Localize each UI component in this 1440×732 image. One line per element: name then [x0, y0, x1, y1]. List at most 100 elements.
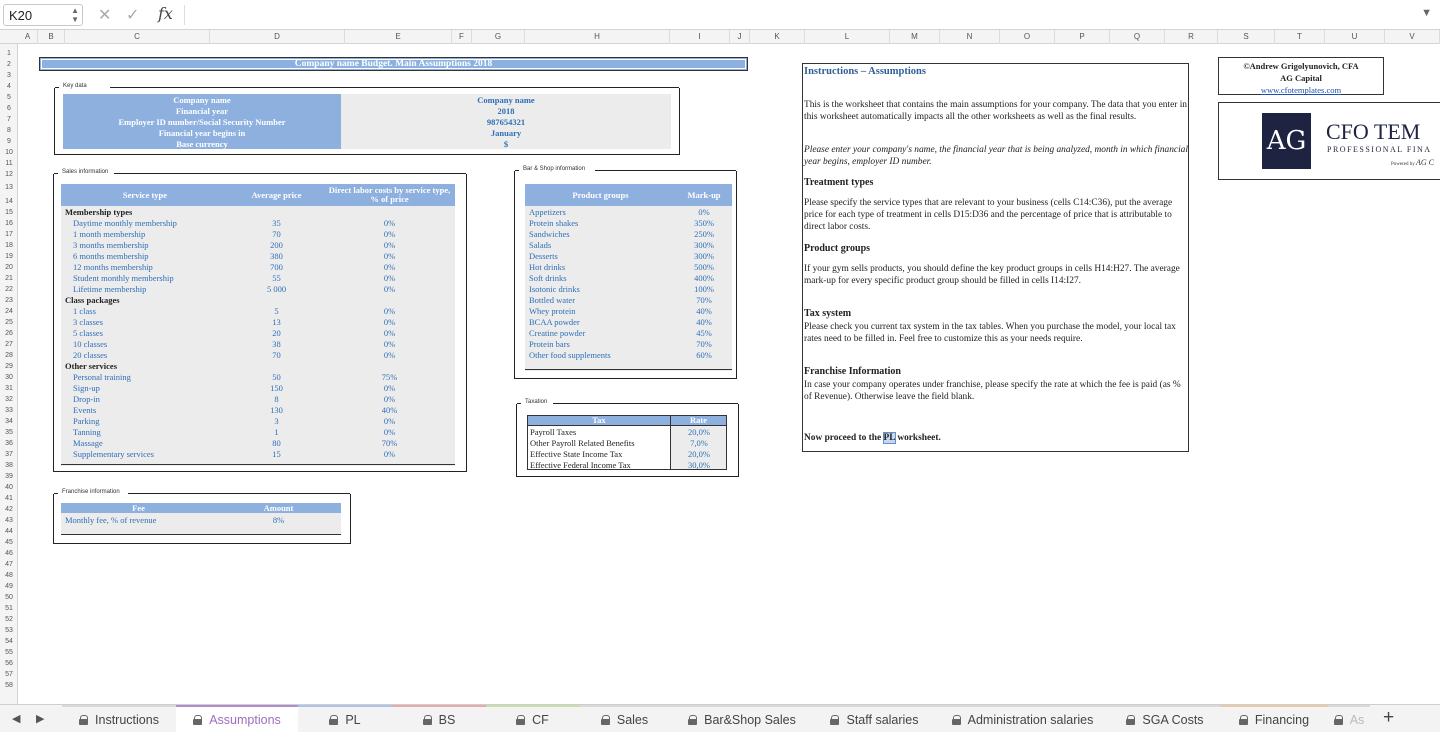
service-price[interactable]: 50 — [229, 372, 324, 383]
service-name[interactable]: Massage — [73, 438, 103, 449]
product-group[interactable]: Sandwiches — [529, 229, 570, 240]
column-header[interactable]: Q — [1110, 30, 1165, 44]
key-data-value[interactable]: 987654321 — [341, 117, 671, 128]
product-group[interactable]: Protein bars — [529, 339, 570, 350]
tax-rate[interactable]: 20,0% — [671, 449, 727, 460]
service-name[interactable]: 20 classes — [73, 350, 107, 361]
service-name[interactable]: Events — [73, 405, 96, 416]
key-data-label[interactable]: Employer ID number/Social Security Numbe… — [63, 117, 341, 128]
sheet-tab-label[interactable]: As — [1350, 713, 1365, 727]
tax-name[interactable]: Payroll Taxes — [530, 427, 576, 438]
tax-rate[interactable]: 20,0% — [671, 427, 727, 438]
row-header[interactable]: 36 — [0, 438, 18, 449]
lock-icon[interactable] — [193, 714, 203, 725]
row-header[interactable]: 43 — [0, 515, 18, 526]
sheet-tab-label[interactable]: Staff salaries — [846, 713, 918, 727]
sheet-tab-label[interactable]: Assumptions — [209, 713, 281, 727]
service-price[interactable]: 380 — [229, 251, 324, 262]
service-name[interactable]: 5 classes — [73, 328, 103, 339]
tax-name[interactable]: Effective Federal Income Tax — [530, 460, 631, 471]
service-price[interactable]: 20 — [229, 328, 324, 339]
franchise-fee-value[interactable]: 8% — [216, 515, 341, 525]
service-labor-pct[interactable]: 0% — [324, 350, 455, 361]
service-labor-pct[interactable]: 0% — [324, 317, 455, 328]
service-price[interactable]: 15 — [229, 449, 324, 460]
product-group[interactable]: Bottled water — [529, 295, 575, 306]
column-header[interactable]: O — [1000, 30, 1055, 44]
product-markup[interactable]: 250% — [676, 229, 732, 240]
column-header[interactable]: A — [18, 30, 38, 44]
row-header[interactable]: 12 — [0, 169, 18, 180]
row-header[interactable]: 56 — [0, 658, 18, 669]
sheet-tab[interactable]: Bar&Shop Sales — [670, 705, 814, 732]
service-price[interactable]: 38 — [229, 339, 324, 350]
row-header[interactable]: 29 — [0, 361, 18, 372]
column-header[interactable]: I — [670, 30, 730, 44]
group-label[interactable]: Other services — [65, 361, 117, 372]
row-header[interactable]: 37 — [0, 449, 18, 460]
column-header[interactable]: S — [1218, 30, 1275, 44]
service-name[interactable]: Drop-in — [73, 394, 100, 405]
row-header[interactable]: 54 — [0, 636, 18, 647]
service-name[interactable]: 1 month membership — [73, 229, 145, 240]
service-labor-pct[interactable]: 0% — [324, 273, 455, 284]
next-sheet-icon[interactable]: ▶ — [36, 712, 44, 725]
service-name[interactable]: Supplementary services — [73, 449, 154, 460]
service-labor-pct[interactable]: 0% — [324, 240, 455, 251]
sheet-tab[interactable]: Sales — [579, 705, 670, 732]
product-group[interactable]: Protein shakes — [529, 218, 578, 229]
row-header[interactable]: 47 — [0, 559, 18, 570]
service-labor-pct[interactable]: 0% — [324, 229, 455, 240]
row-header[interactable]: 25 — [0, 317, 18, 328]
service-labor-pct[interactable]: 0% — [324, 416, 455, 427]
product-markup[interactable]: 60% — [676, 350, 732, 361]
row-header[interactable]: 39 — [0, 471, 18, 482]
row-header[interactable]: 44 — [0, 526, 18, 537]
lock-icon[interactable] — [951, 714, 962, 725]
column-header[interactable]: T — [1275, 30, 1325, 44]
product-group[interactable]: Creatine powder — [529, 328, 585, 339]
column-header[interactable]: D — [210, 30, 345, 44]
product-group[interactable]: Other food supplements — [529, 350, 611, 361]
service-price[interactable]: 5 — [229, 306, 324, 317]
service-price[interactable]: 5 000 — [229, 284, 324, 295]
column-header[interactable]: V — [1385, 30, 1440, 44]
product-group[interactable]: Hot drinks — [529, 262, 565, 273]
product-markup[interactable]: 100% — [676, 284, 732, 295]
column-header[interactable]: R — [1165, 30, 1218, 44]
product-group[interactable]: Desserts — [529, 251, 558, 262]
sheet-tab[interactable]: Administration salaries — [935, 705, 1110, 732]
formula-input[interactable] — [190, 4, 1410, 26]
row-header[interactable]: 33 — [0, 405, 18, 416]
row-header[interactable]: 26 — [0, 328, 18, 339]
row-header[interactable]: 57 — [0, 669, 18, 680]
row-header[interactable]: 5 — [0, 92, 18, 103]
row-header[interactable]: 53 — [0, 625, 18, 636]
product-group[interactable]: Appetizers — [529, 207, 566, 218]
row-header[interactable]: 15 — [0, 207, 18, 218]
name-box[interactable]: K20 ▲ ▼ — [3, 4, 83, 26]
product-group[interactable]: Isotonic drinks — [529, 284, 580, 295]
row-header[interactable]: 7 — [0, 114, 18, 125]
key-data-label[interactable]: Base currency — [63, 139, 341, 150]
column-header[interactable]: H — [525, 30, 670, 44]
pl-link[interactable]: PL — [882, 432, 897, 444]
column-header[interactable]: E — [345, 30, 452, 44]
row-header[interactable]: 14 — [0, 196, 18, 207]
service-price[interactable]: 13 — [229, 317, 324, 328]
column-header[interactable]: F — [452, 30, 472, 44]
column-header[interactable]: M — [890, 30, 940, 44]
row-header[interactable]: 34 — [0, 416, 18, 427]
row-header[interactable]: 2 — [0, 59, 18, 70]
row-header[interactable]: 6 — [0, 103, 18, 114]
row-header[interactable]: 58 — [0, 680, 18, 691]
product-group[interactable]: Soft drinks — [529, 273, 567, 284]
sheet-tab[interactable]: Staff salaries — [814, 705, 935, 732]
sheet-tab-label[interactable]: Sales — [617, 713, 648, 727]
service-labor-pct[interactable]: 0% — [324, 251, 455, 262]
service-labor-pct[interactable]: 0% — [324, 339, 455, 350]
service-labor-pct[interactable]: 0% — [324, 218, 455, 229]
column-header[interactable]: G — [472, 30, 525, 44]
product-group[interactable]: BCAA powder — [529, 317, 580, 328]
sheet-tab[interactable]: PL — [298, 705, 392, 732]
